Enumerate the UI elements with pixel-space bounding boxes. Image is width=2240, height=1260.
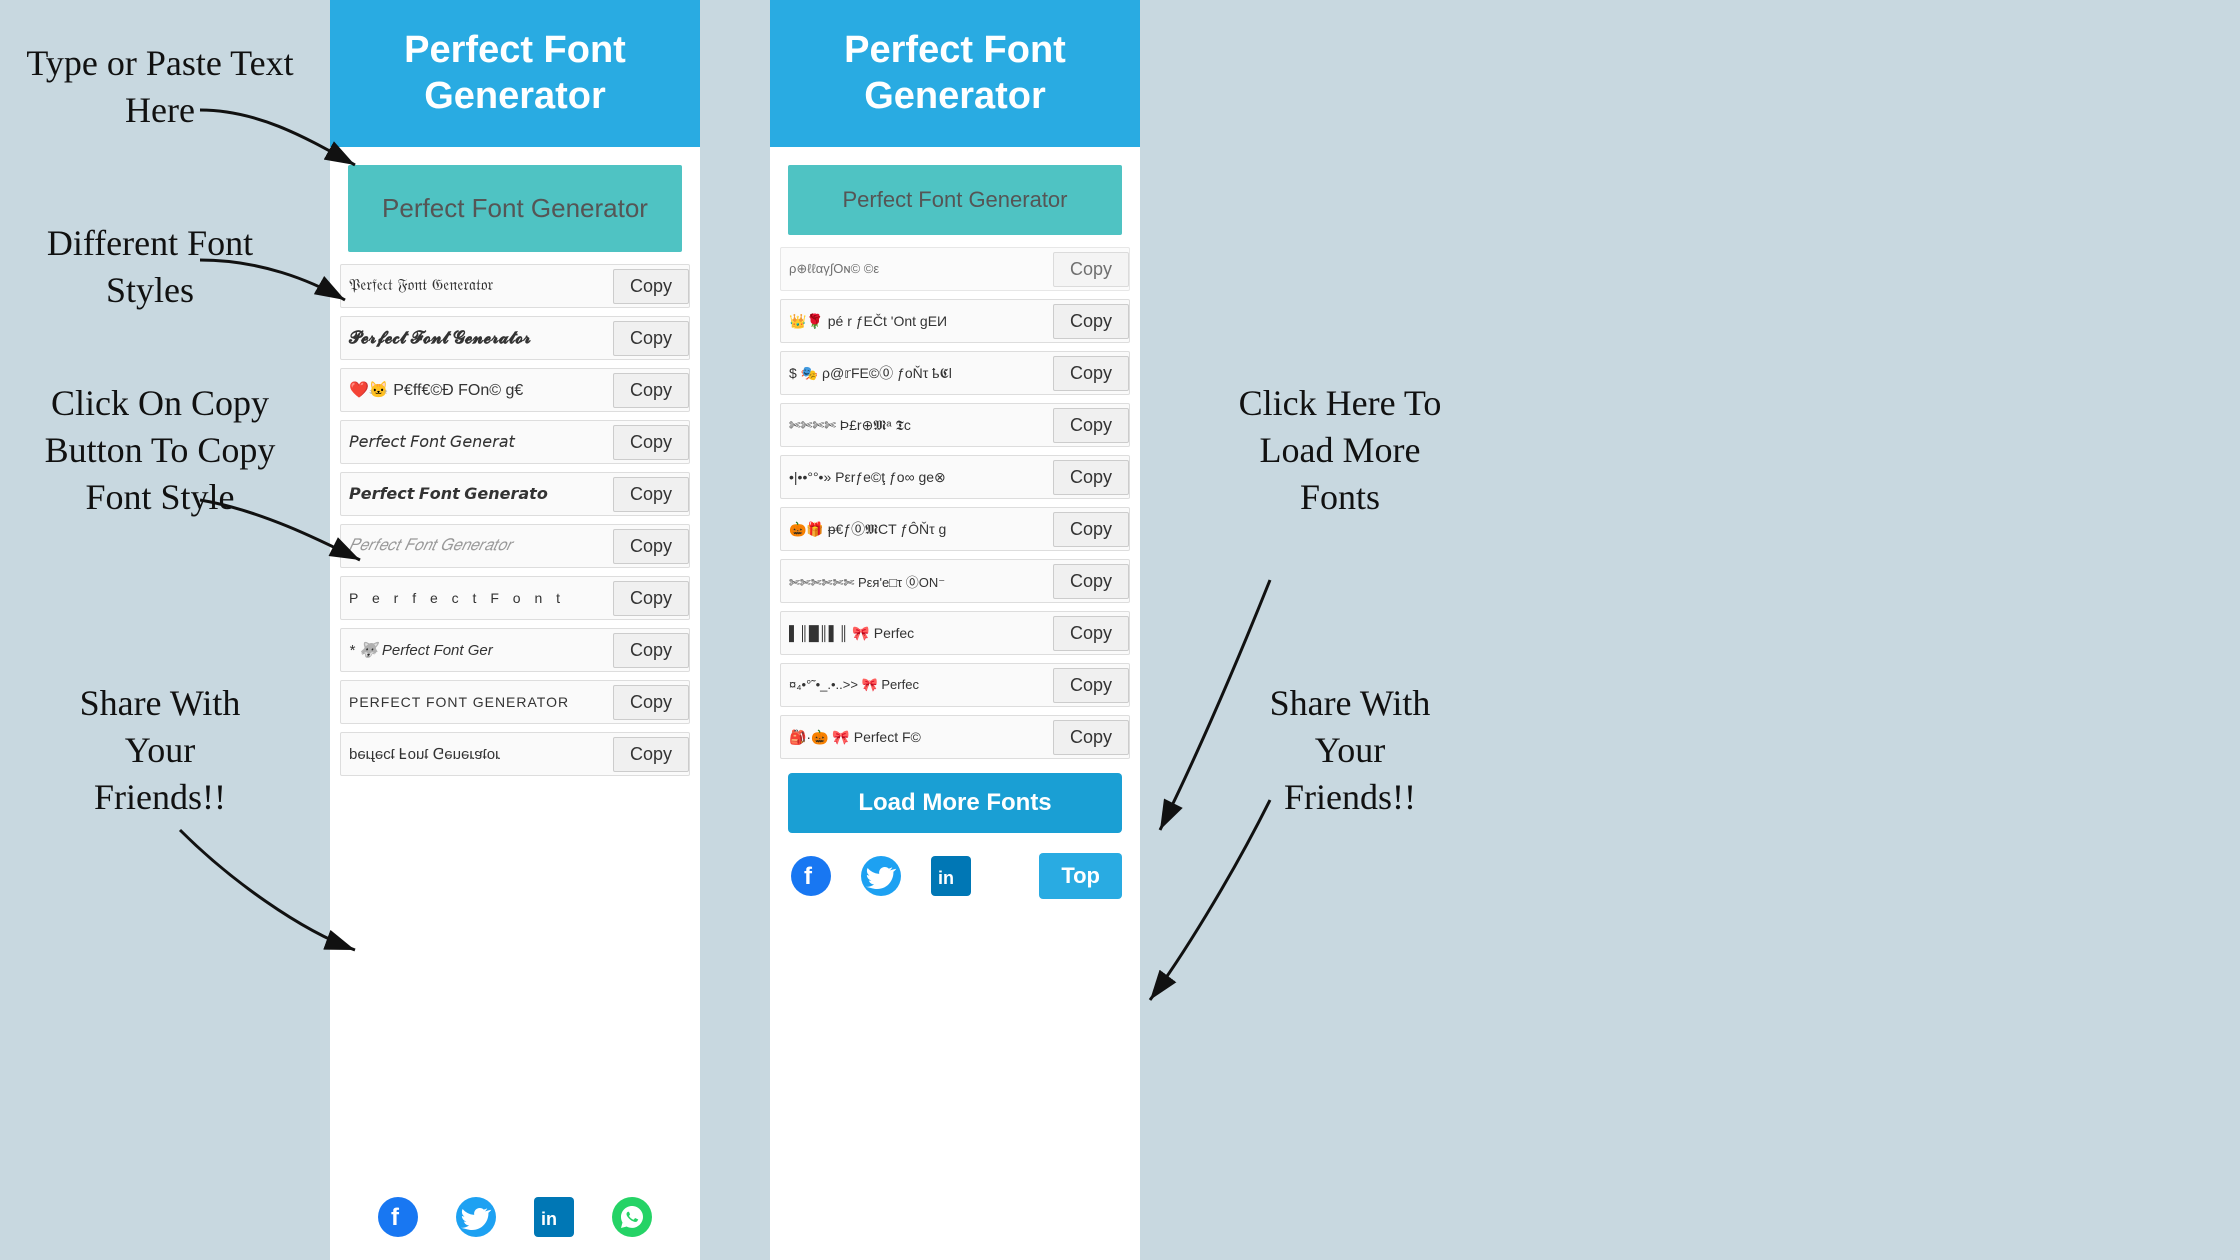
annotation-type-here: Type or Paste TextHere bbox=[20, 40, 300, 134]
facebook-icon[interactable]: f bbox=[375, 1194, 421, 1240]
font-row: •|••°°•» Pεrƒe©ţ ƒo∞ ge⊗ Copy bbox=[780, 455, 1130, 499]
font-text: 𝑃𝑒𝑟𝑓𝑒𝑐𝑡 𝐹𝑜𝑛𝑡 𝐺𝑒𝑛𝑒𝑟𝑎𝑡𝑜𝑟 bbox=[341, 531, 613, 561]
font-text: $ 🎭 ρ@𝕣FE©⓪ ƒoŇτ ҍ𝕮l bbox=[781, 357, 1053, 389]
copy-button[interactable]: Copy bbox=[1053, 356, 1129, 391]
copy-button[interactable]: Copy bbox=[613, 737, 689, 772]
font-text: P e r f e c t F o n t bbox=[341, 584, 613, 612]
font-row: 𝓟𝓮𝓻𝓯𝓮𝓬𝓽 𝓕𝓸𝓷𝓽 𝓖𝓮𝓷𝓮𝓻𝓪𝓽𝓸𝓻 Copy bbox=[340, 316, 690, 360]
svg-text:f: f bbox=[804, 863, 813, 890]
copy-button[interactable]: Copy bbox=[1053, 252, 1129, 287]
text-input[interactable] bbox=[348, 165, 682, 252]
load-more-button[interactable]: Load More Fonts bbox=[788, 773, 1122, 833]
linkedin-icon[interactable]: in bbox=[531, 1194, 577, 1240]
copy-button[interactable]: Copy bbox=[1053, 564, 1129, 599]
svg-text:in: in bbox=[541, 1209, 557, 1229]
copy-button[interactable]: Copy bbox=[613, 269, 689, 304]
copy-button[interactable]: Copy bbox=[613, 633, 689, 668]
font-text: ▌║█║▌║ 🎀 Perfec bbox=[781, 619, 1053, 648]
font-row: 𝔓𝔢𝔯𝔣𝔢𝔠𝔱 𝔉𝔬𝔫𝔱 𝔊𝔢𝔫𝔢𝔯𝔞𝔱𝔬𝔯 Copy bbox=[340, 264, 690, 308]
font-row: * 🐺 Perfect Font Ger Copy bbox=[340, 628, 690, 672]
copy-button[interactable]: Copy bbox=[613, 529, 689, 564]
font-row: ▌║█║▌║ 🎀 Perfec Copy bbox=[780, 611, 1130, 655]
annotation-click-copy: Click On CopyButton To CopyFont Style bbox=[20, 380, 300, 520]
font-text: 𝙋𝙚𝙧𝙛𝙚𝙘𝙩 𝙁𝙤𝙣𝙩 𝙂𝙚𝙣𝙚𝙧𝙖𝙩𝙤 bbox=[341, 478, 613, 510]
annotation-load-more: Click Here ToLoad MoreFonts bbox=[1200, 380, 1480, 520]
copy-button[interactable]: Copy bbox=[1053, 304, 1129, 339]
font-text: ¤₄•°˜•_.•..>> 🎀 Perfec bbox=[781, 671, 1053, 699]
font-row: P e r f e c t F o n t Copy bbox=[340, 576, 690, 620]
right-panel: Perfect Font Generator Perfect Font Gene… bbox=[770, 0, 1140, 1260]
font-text: * 🐺 Perfect Font Ger bbox=[341, 635, 613, 665]
font-text: PERFECT FONT GENERATOR bbox=[341, 688, 613, 716]
left-panel: Perfect Font Generator 𝔓𝔢𝔯𝔣𝔢𝔠𝔱 𝔉𝔬𝔫𝔱 𝔊𝔢𝔫𝔢… bbox=[330, 0, 700, 1260]
font-text: ✄✄✄✄✄✄ Pεя'e□τ ⓪ON⁻ bbox=[781, 566, 1053, 597]
copy-button[interactable]: Copy bbox=[613, 373, 689, 408]
font-row: 𝘗𝘦𝘳𝘧𝘦𝘤𝘵 𝘍𝘰𝘯𝘵 𝘎𝘦𝘯𝘦𝘳𝘢𝘵 Copy bbox=[340, 420, 690, 464]
copy-button[interactable]: Copy bbox=[1053, 720, 1129, 755]
annotation-different-styles: Different FontStyles bbox=[10, 220, 290, 314]
font-text: 𝔓𝔢𝔯𝔣𝔢𝔠𝔱 𝔉𝔬𝔫𝔱 𝔊𝔢𝔫𝔢𝔯𝔞𝔱𝔬𝔯 bbox=[341, 271, 613, 301]
copy-button[interactable]: Copy bbox=[1053, 668, 1129, 703]
copy-button[interactable]: Copy bbox=[1053, 408, 1129, 443]
font-text: 🎃🎁 ᵽ€ƒ⓪𝕸CT ƒÔŇτ g bbox=[781, 513, 1053, 545]
social-bar-left: f in bbox=[330, 1176, 700, 1260]
font-row: ɹoʇɐɹǝuǝ⅁ ʇuoℲ ʇɔǝɟɹǝd Copy bbox=[340, 732, 690, 776]
annotation-share-left: Share WithYourFriends!! bbox=[30, 680, 290, 820]
copy-button[interactable]: Copy bbox=[613, 685, 689, 720]
svg-text:in: in bbox=[938, 868, 954, 888]
font-text: •|••°°•» Pεrƒe©ţ ƒo∞ ge⊗ bbox=[781, 463, 1053, 492]
font-text: ❤️🐱 P€ff€©Ð FOn© g€ bbox=[341, 374, 613, 406]
whatsapp-icon[interactable] bbox=[609, 1194, 655, 1240]
right-panel-header: Perfect Font Generator bbox=[770, 0, 1140, 147]
font-text: ρ⊕ℓℓαγ∫Oɴ© ©ε bbox=[781, 255, 1053, 283]
copy-button[interactable]: Copy bbox=[1053, 512, 1129, 547]
annotation-share-right: Share WithYourFriends!! bbox=[1220, 680, 1480, 820]
copy-button[interactable]: Copy bbox=[613, 321, 689, 356]
font-row: 👑🌹 pé r ƒEČt 'Ont gEИ Copy bbox=[780, 299, 1130, 343]
font-row: PERFECT FONT GENERATOR Copy bbox=[340, 680, 690, 724]
font-text: 𝘗𝘦𝘳𝘧𝘦𝘤𝘵 𝘍𝘰𝘯𝘵 𝘎𝘦𝘯𝘦𝘳𝘢𝘵 bbox=[341, 426, 613, 458]
font-row: ✄✄✄✄ Þ£r⊕𝕸ᵃ 𝕿c Copy bbox=[780, 403, 1130, 447]
copy-button[interactable]: Copy bbox=[613, 425, 689, 460]
font-row: ✄✄✄✄✄✄ Pεя'e□τ ⓪ON⁻ Copy bbox=[780, 559, 1130, 603]
right-panel-input: Perfect Font Generator bbox=[788, 165, 1122, 235]
font-row: ρ⊕ℓℓαγ∫Oɴ© ©ε Copy bbox=[780, 247, 1130, 291]
font-row: ❤️🐱 P€ff€©Ð FOn© g€ Copy bbox=[340, 368, 690, 412]
linkedin-icon[interactable]: in bbox=[928, 853, 974, 899]
font-row: ¤₄•°˜•_.•..>> 🎀 Perfec Copy bbox=[780, 663, 1130, 707]
facebook-icon[interactable]: f bbox=[788, 853, 834, 899]
font-text: 🎒·🎃 🎀 Perfect F© bbox=[781, 723, 1053, 752]
font-row: 𝙋𝙚𝙧𝙛𝙚𝙘𝙩 𝙁𝙤𝙣𝙩 𝙂𝙚𝙣𝙚𝙧𝙖𝙩𝙤 Copy bbox=[340, 472, 690, 516]
svg-text:f: f bbox=[391, 1204, 400, 1231]
font-row: 🎒·🎃 🎀 Perfect F© Copy bbox=[780, 715, 1130, 759]
twitter-icon[interactable] bbox=[453, 1194, 499, 1240]
font-text: 👑🌹 pé r ƒEČt 'Ont gEИ bbox=[781, 307, 1053, 336]
font-row: 🎃🎁 ᵽ€ƒ⓪𝕸CT ƒÔŇτ g Copy bbox=[780, 507, 1130, 551]
font-text: 𝓟𝓮𝓻𝓯𝓮𝓬𝓽 𝓕𝓸𝓷𝓽 𝓖𝓮𝓷𝓮𝓻𝓪𝓽𝓸𝓻 bbox=[341, 322, 613, 354]
font-text: ✄✄✄✄ Þ£r⊕𝕸ᵃ 𝕿c bbox=[781, 411, 1053, 440]
top-button[interactable]: Top bbox=[1039, 853, 1122, 899]
copy-button[interactable]: Copy bbox=[1053, 616, 1129, 651]
font-text: ɹoʇɐɹǝuǝ⅁ ʇuoℲ ʇɔǝɟɹǝd bbox=[341, 739, 613, 769]
copy-button[interactable]: Copy bbox=[613, 581, 689, 616]
copy-button[interactable]: Copy bbox=[1053, 460, 1129, 495]
copy-button[interactable]: Copy bbox=[613, 477, 689, 512]
twitter-icon[interactable] bbox=[858, 853, 904, 899]
font-row: 𝑃𝑒𝑟𝑓𝑒𝑐𝑡 𝐹𝑜𝑛𝑡 𝐺𝑒𝑛𝑒𝑟𝑎𝑡𝑜𝑟 Copy bbox=[340, 524, 690, 568]
left-panel-header: Perfect Font Generator bbox=[330, 0, 700, 147]
bottom-bar-right: f in Top bbox=[770, 843, 1140, 909]
font-row: $ 🎭 ρ@𝕣FE©⓪ ƒoŇτ ҍ𝕮l Copy bbox=[780, 351, 1130, 395]
